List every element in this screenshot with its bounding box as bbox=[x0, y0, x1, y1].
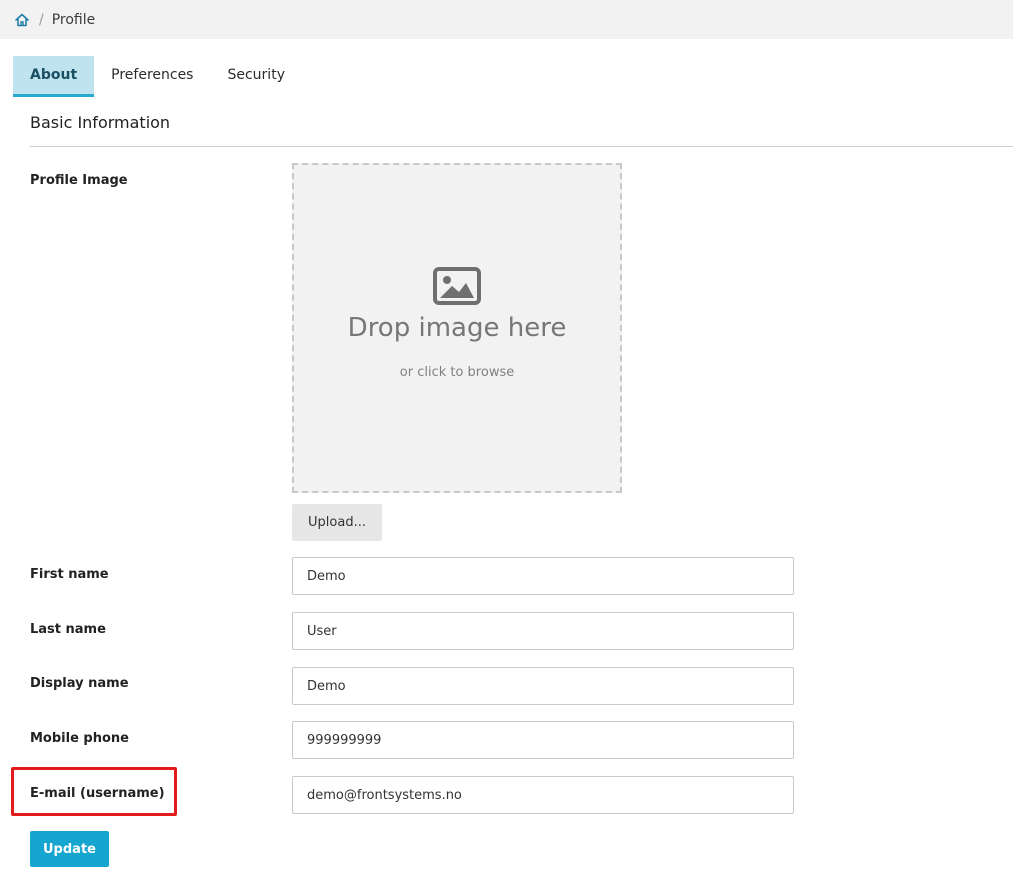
upload-button[interactable]: Upload... bbox=[292, 504, 382, 541]
last-name-field[interactable] bbox=[292, 612, 794, 650]
display-name-field[interactable] bbox=[292, 667, 794, 705]
mobile-phone-field[interactable] bbox=[292, 721, 794, 759]
first-name-field[interactable] bbox=[292, 557, 794, 595]
email-label-highlight bbox=[11, 767, 177, 816]
display-name-label: Display name bbox=[30, 676, 129, 691]
browse-hint-text: or click to browse bbox=[399, 365, 515, 380]
section-title: Basic Information bbox=[30, 113, 171, 132]
profile-tabs: About Preferences Security bbox=[13, 56, 302, 97]
section-divider bbox=[30, 146, 1013, 147]
tab-preferences[interactable]: Preferences bbox=[94, 56, 210, 97]
email-field[interactable] bbox=[292, 776, 794, 814]
mobile-phone-label: Mobile phone bbox=[30, 731, 129, 746]
drop-image-text: Drop image here bbox=[347, 313, 567, 343]
breadcrumb-current: Profile bbox=[51, 11, 96, 28]
update-button[interactable]: Update bbox=[30, 831, 109, 867]
image-dropzone[interactable]: Drop image here or click to browse bbox=[292, 163, 622, 493]
image-icon bbox=[433, 267, 481, 305]
home-icon[interactable] bbox=[14, 12, 30, 28]
first-name-label: First name bbox=[30, 567, 109, 582]
tab-about[interactable]: About bbox=[13, 56, 95, 97]
profile-image-label: Profile Image bbox=[30, 173, 128, 188]
last-name-label: Last name bbox=[30, 622, 106, 637]
tab-security[interactable]: Security bbox=[210, 56, 302, 97]
breadcrumb-separator: / bbox=[39, 11, 44, 28]
breadcrumb: / Profile bbox=[0, 0, 1013, 39]
